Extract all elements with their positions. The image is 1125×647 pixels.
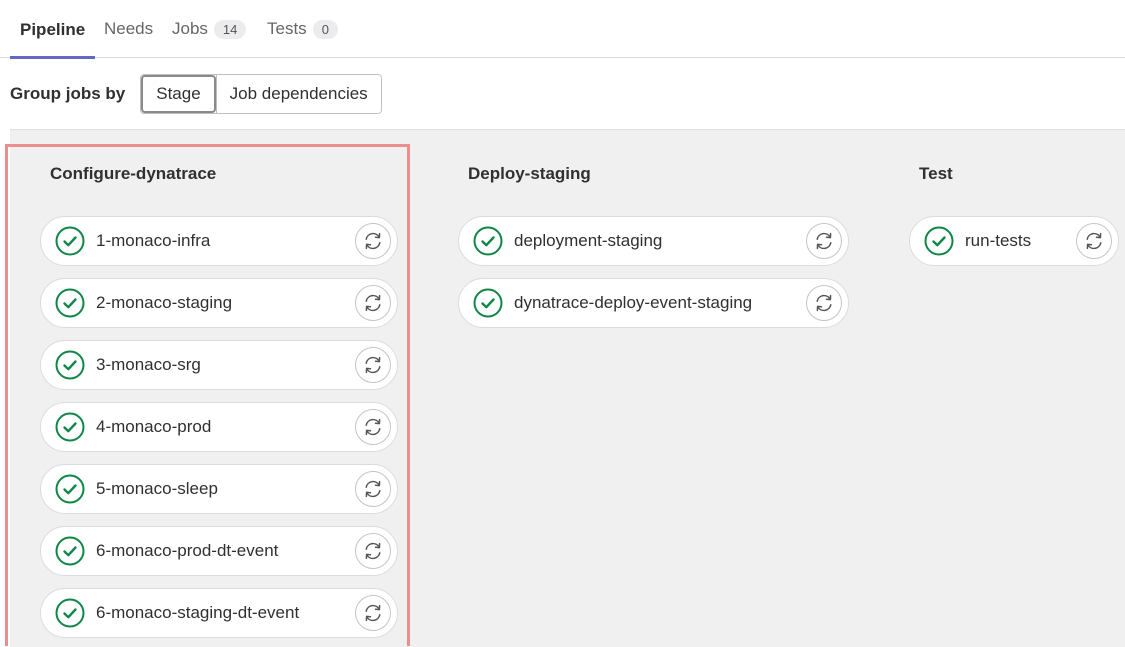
job-item[interactable]: 6-monaco-staging-dt-event — [40, 588, 398, 638]
stage-title: Configure-dynatrace — [50, 164, 217, 183]
success-status-icon — [55, 226, 85, 256]
job-name: 6-monaco-prod-dt-event — [96, 541, 279, 560]
retry-button[interactable] — [355, 533, 391, 569]
success-status-icon — [55, 288, 85, 318]
retry-icon — [365, 294, 381, 312]
retry-button[interactable] — [355, 595, 391, 631]
job-name: deployment-staging — [514, 231, 663, 250]
retry-button[interactable] — [355, 223, 391, 259]
job-name: 6-monaco-staging-dt-event — [96, 603, 300, 622]
success-status-icon — [473, 288, 503, 318]
job-item[interactable]: 3-monaco-srg — [40, 340, 398, 390]
retry-icon — [816, 232, 832, 250]
tab-label: Needs — [104, 19, 154, 38]
group-by-toggle: Stage Job dependencies — [140, 74, 382, 114]
success-status-icon — [55, 536, 85, 566]
job-name: 2-monaco-staging — [96, 293, 233, 312]
retry-button[interactable] — [355, 347, 391, 383]
stage-title: Deploy-staging — [468, 164, 591, 183]
job-name: 3-monaco-srg — [96, 355, 201, 374]
job-item[interactable]: 4-monaco-prod — [40, 402, 398, 452]
success-status-icon — [55, 598, 85, 628]
job-item[interactable]: 5-monaco-sleep — [40, 464, 398, 514]
job-item[interactable]: run-tests — [909, 216, 1119, 266]
job-name: dynatrace-deploy-event-staging — [514, 293, 753, 312]
tab-jobs[interactable]: Jobs 14 — [172, 0, 247, 58]
success-status-icon — [924, 226, 954, 256]
job-item[interactable]: dynatrace-deploy-event-staging — [458, 278, 849, 328]
tab-tests[interactable]: Tests 0 — [267, 0, 338, 58]
retry-button[interactable] — [355, 285, 391, 321]
tab-label: Pipeline — [20, 19, 86, 39]
tab-label: Jobs — [172, 19, 208, 38]
tab-needs[interactable]: Needs — [104, 0, 153, 58]
retry-icon — [1086, 232, 1102, 250]
success-status-icon — [473, 226, 503, 256]
retry-icon — [365, 418, 381, 436]
job-item[interactable]: 6-monaco-prod-dt-event — [40, 526, 398, 576]
job-item[interactable]: deployment-staging — [458, 216, 849, 266]
group-jobs-by: Group jobs by Stage Job dependencies — [10, 74, 382, 114]
group-jobs-by-label: Group jobs by — [10, 84, 126, 103]
job-name: 5-monaco-sleep — [96, 479, 218, 498]
retry-button[interactable] — [806, 223, 842, 259]
retry-icon — [365, 232, 381, 250]
retry-icon — [365, 480, 381, 498]
job-dependencies-button[interactable]: Job dependencies — [215, 75, 381, 113]
success-status-icon — [55, 412, 85, 442]
retry-icon — [365, 604, 381, 622]
job-name: 4-monaco-prod — [96, 417, 212, 436]
count-badge: 14 — [213, 19, 247, 39]
pipeline-tabs: Pipeline Needs Jobs 14 Tests 0 — [0, 0, 1125, 59]
stage-title: Test — [919, 164, 953, 183]
retry-button[interactable] — [355, 471, 391, 507]
stage-button[interactable]: Stage — [141, 75, 216, 113]
job-name: run-tests — [965, 231, 1032, 250]
job-item[interactable]: 1-monaco-infra — [40, 216, 398, 266]
success-status-icon — [55, 350, 85, 380]
count-badge: 0 — [312, 19, 338, 39]
retry-icon — [365, 356, 381, 374]
job-item[interactable]: 2-monaco-staging — [40, 278, 398, 328]
retry-icon — [816, 294, 832, 312]
success-status-icon — [55, 474, 85, 504]
tab-label: Tests — [267, 19, 307, 38]
retry-button[interactable] — [1076, 223, 1112, 259]
retry-icon — [365, 542, 381, 560]
tab-pipeline[interactable]: Pipeline — [10, 0, 96, 59]
retry-button[interactable] — [355, 409, 391, 445]
retry-button[interactable] — [806, 285, 842, 321]
job-name: 1-monaco-infra — [96, 231, 211, 250]
